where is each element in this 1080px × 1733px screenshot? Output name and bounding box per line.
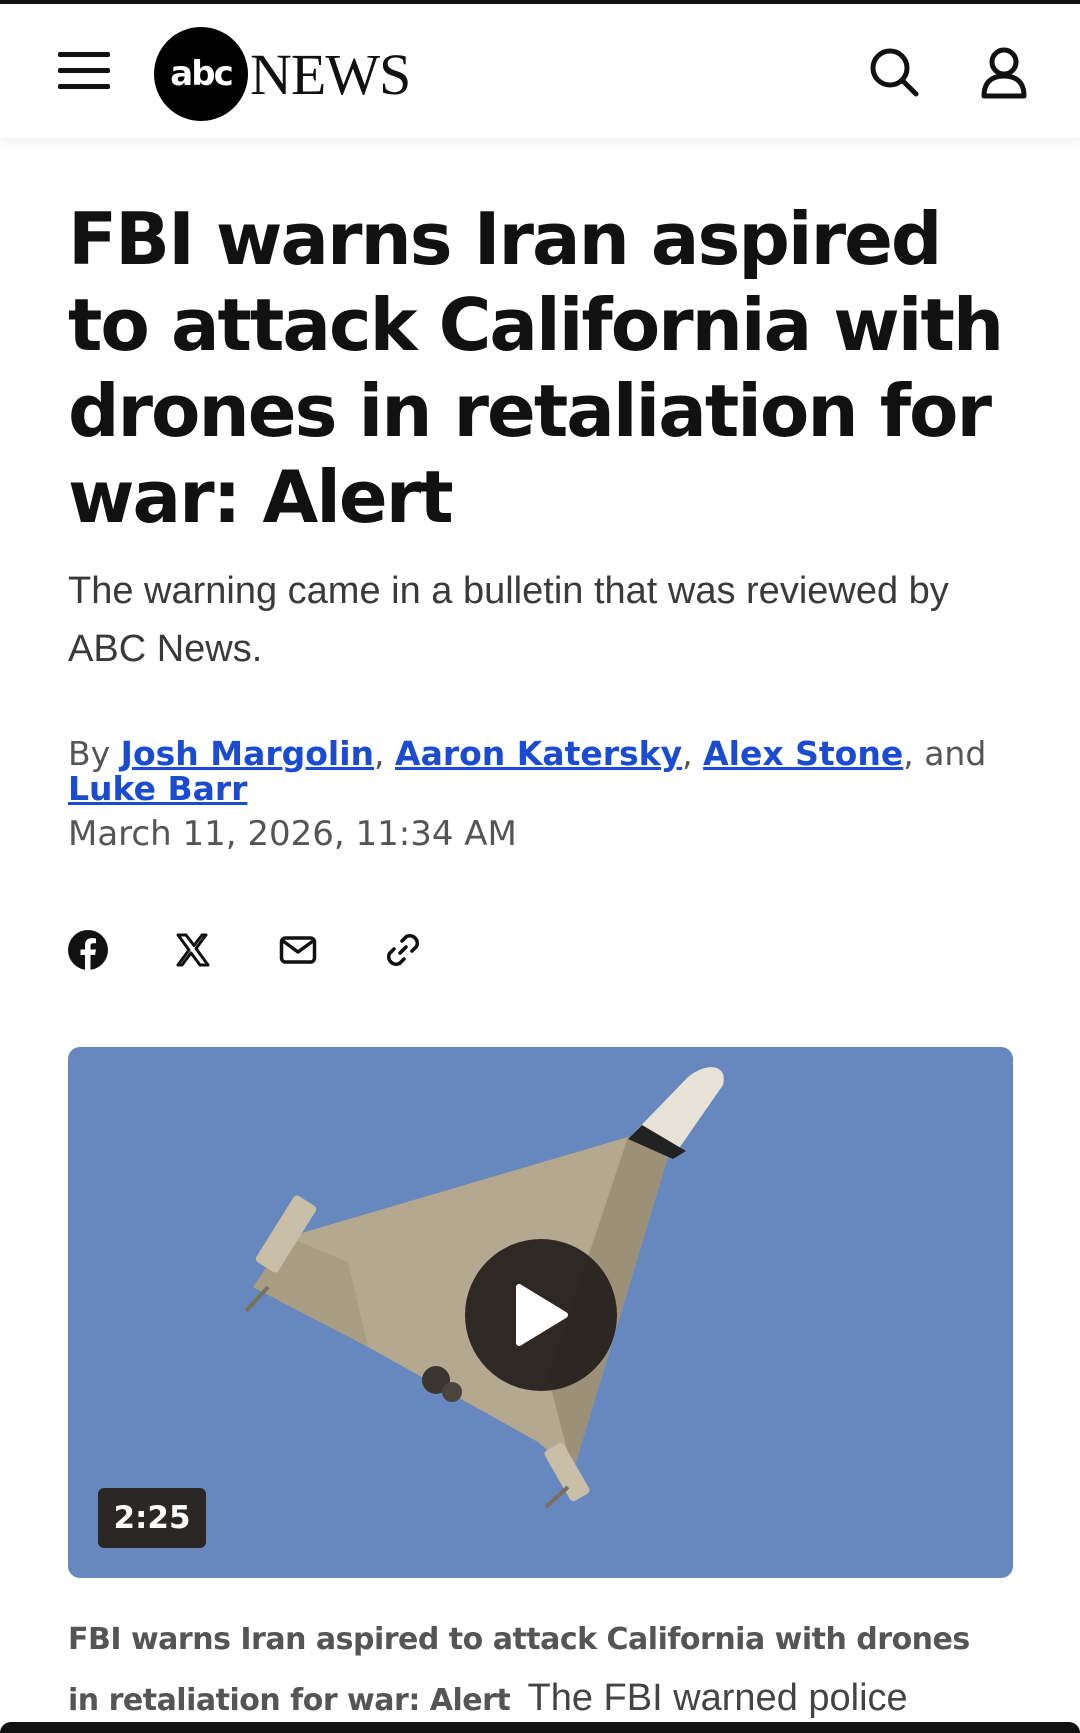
publish-date: March 11, 2026, 11:34 AM xyxy=(68,814,517,854)
byline-separator: , xyxy=(374,734,396,773)
site-header: abc NEWS xyxy=(0,4,1080,138)
bottom-sheet-edge xyxy=(0,1722,1080,1733)
search-icon[interactable] xyxy=(866,44,922,100)
byline-separator: , xyxy=(682,734,704,773)
facebook-icon[interactable] xyxy=(66,928,110,972)
author-link[interactable]: Alex Stone xyxy=(703,734,903,773)
byline-prefix: By xyxy=(68,734,121,773)
article-subheadline: The warning came in a bulletin that was … xyxy=(68,570,949,670)
abc-news-logo[interactable]: abc NEWS xyxy=(154,24,411,124)
video-caption: FBI warns Iran aspired to attack Califor… xyxy=(68,1610,1008,1730)
video-caption-text: The FBI warned police xyxy=(527,1677,908,1719)
byline: By Josh Margolin, Aaron Katersky, Alex S… xyxy=(68,736,1018,806)
logo-abc-circle: abc xyxy=(154,27,248,121)
play-button[interactable] xyxy=(465,1239,617,1391)
hamburger-menu-icon[interactable] xyxy=(58,52,110,92)
x-icon[interactable] xyxy=(171,928,215,972)
article-headline: FBI warns Iran aspired to attack Califor… xyxy=(68,197,1004,539)
user-icon[interactable] xyxy=(976,44,1032,100)
author-link[interactable]: Luke Barr xyxy=(68,769,247,808)
logo-news-text: NEWS xyxy=(250,41,411,107)
byline-separator: , and xyxy=(903,734,987,773)
author-link[interactable]: Aaron Katersky xyxy=(395,734,682,773)
share-bar xyxy=(66,928,486,972)
video-duration-badge: 2:25 xyxy=(98,1488,206,1548)
link-icon[interactable] xyxy=(381,928,425,972)
author-link[interactable]: Josh Margolin xyxy=(121,734,374,773)
video-player[interactable]: 2:25 xyxy=(68,1047,1013,1578)
email-icon[interactable] xyxy=(276,928,320,972)
